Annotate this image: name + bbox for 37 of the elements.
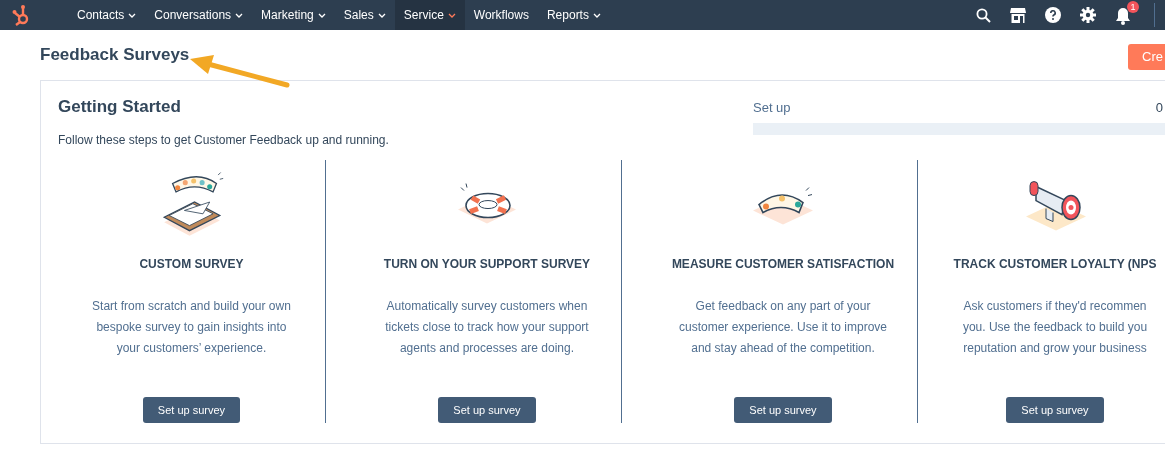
settings-icon[interactable] — [1080, 7, 1096, 23]
nav-menu-item[interactable]: Marketing — [252, 0, 335, 30]
nav-menu-item[interactable]: Sales — [334, 0, 395, 30]
step-title: TURN ON YOUR SUPPORT SURVEY — [383, 257, 591, 272]
set-up-survey-button[interactable]: Set up survey — [1006, 397, 1104, 423]
search-icon[interactable] — [976, 7, 991, 23]
page-title: Feedback Surveys — [40, 45, 190, 65]
step-title: CUSTOM SURVEY — [139, 257, 244, 272]
section-title: Getting Started — [58, 97, 181, 117]
nav-menu-item[interactable]: Conversations — [145, 0, 253, 30]
step-description: Ask customers if they'd recommen you. Use the feedback to build you reputation and grow your business — [962, 298, 1148, 358]
storefront-icon[interactable] — [1010, 7, 1026, 23]
set-up-survey-button[interactable]: Set up survey — [734, 397, 832, 423]
caret-icon — [128, 12, 137, 18]
nav-menu-item[interactable]: Contacts — [68, 0, 146, 30]
progress-label: Set up — [753, 100, 791, 115]
help-icon[interactable] — [1045, 7, 1061, 23]
caret-icon — [377, 12, 386, 18]
step-title: MEASURE CUSTOMER SATISFACTION — [671, 257, 895, 272]
set-up-survey-button[interactable]: Set up survey — [438, 397, 536, 423]
bell-icon[interactable] — [1115, 7, 1131, 25]
step-description: Automatically survey customers when tickets close to track how your support agents and processes are doing. — [385, 298, 589, 358]
notification-badge: 1 — [1127, 1, 1139, 13]
step-title: TRACK CUSTOMER LOYALTY (NPS — [953, 257, 1157, 272]
sprocket-logo-icon[interactable] — [12, 4, 30, 26]
progress-reading: 0 — [1155, 100, 1164, 115]
caret-icon — [592, 12, 601, 18]
step-description: Get feedback on any part of your customer experience. Use it to improve and stay ahead of the competition. — [678, 298, 888, 358]
nav-menu-item[interactable]: Workflows — [464, 0, 538, 30]
nav-menu-item[interactable]: Service — [394, 0, 465, 30]
caret-icon — [447, 12, 456, 18]
caret-icon — [317, 12, 326, 18]
intro-text: Follow these steps to get Customer Feedback up and running. — [58, 133, 390, 147]
caret-icon — [235, 12, 244, 18]
nav-menu-item[interactable]: Reports — [537, 0, 610, 30]
step-description: Start from scratch and build your own bespoke survey to gain insights into your customers’ experience. — [92, 298, 291, 358]
set-up-survey-button[interactable]: Set up survey — [142, 397, 241, 423]
